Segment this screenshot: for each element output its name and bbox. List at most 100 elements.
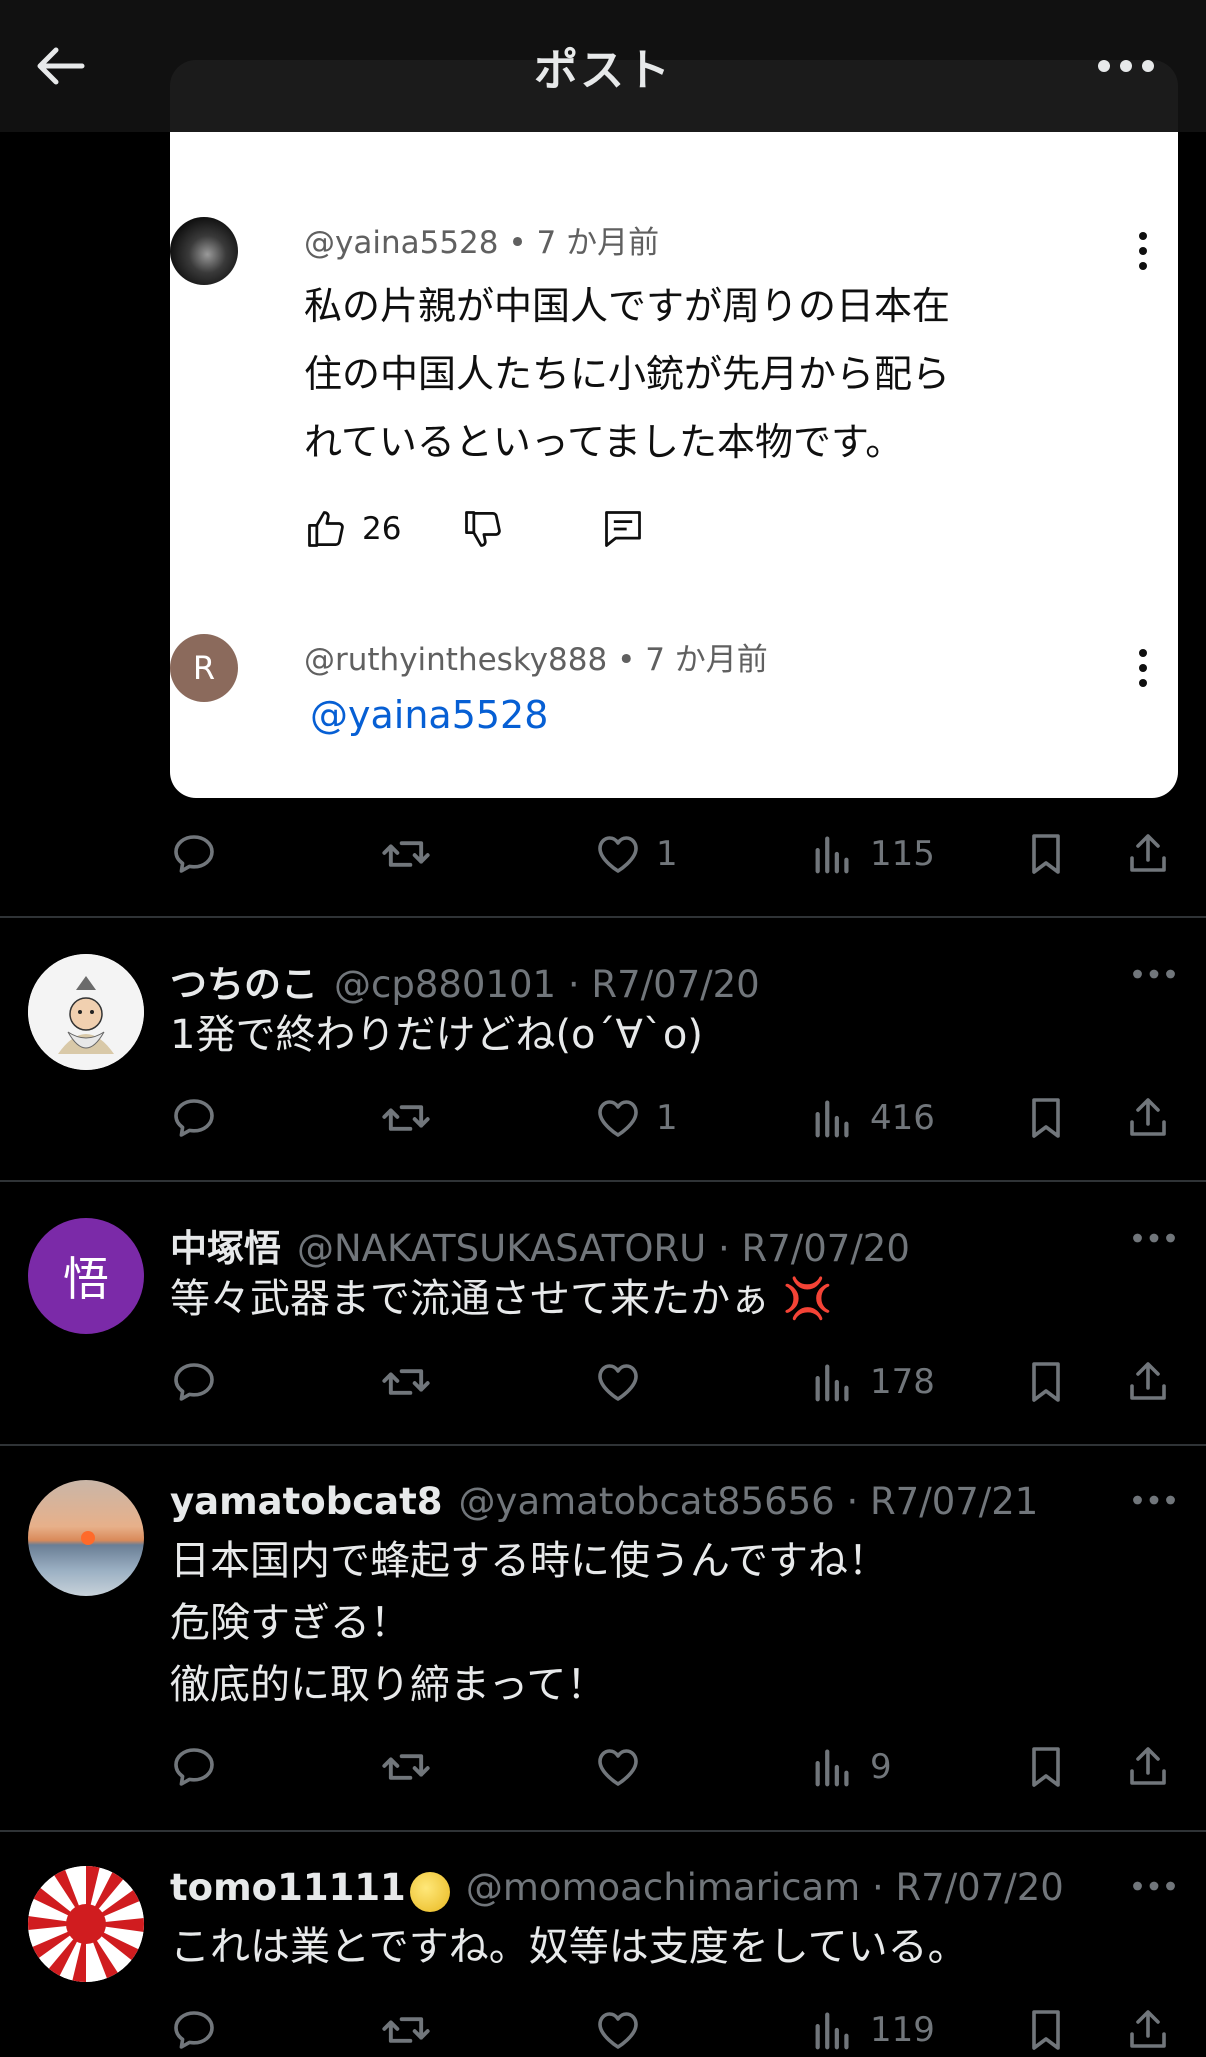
heart-icon	[594, 1358, 642, 1406]
bookmark-button[interactable]	[1022, 2000, 1070, 2057]
divider	[0, 916, 1206, 918]
heart-icon	[594, 2006, 642, 2054]
reply-post[interactable]: yamatobcat8 @yamatobcat85656 · R7/07/21 …	[0, 1480, 1206, 1780]
view-count: 416	[870, 1098, 935, 1138]
reply-icon	[170, 1743, 218, 1791]
more-options-icon[interactable]	[1132, 968, 1176, 980]
post-text: 1発で終わりだけどね(o´∀`o)	[170, 1004, 703, 1066]
like-button[interactable]	[594, 1352, 656, 1412]
share-button[interactable]	[1124, 824, 1172, 884]
kebab-menu-icon[interactable]	[1138, 648, 1148, 688]
share-icon	[1124, 1743, 1172, 1791]
avatar	[170, 217, 238, 285]
moon-icon	[409, 1872, 450, 1912]
avatar[interactable]	[28, 954, 144, 1070]
share-icon	[1124, 2006, 1172, 2054]
bookmark-button[interactable]	[1022, 824, 1070, 884]
view-count: 9	[870, 1747, 892, 1787]
repost-icon	[380, 1356, 432, 1408]
more-options-icon[interactable]	[1096, 54, 1156, 78]
thumbs-up-icon[interactable]	[304, 507, 348, 551]
bookmark-icon	[1022, 1743, 1070, 1791]
bookmark-icon	[1022, 830, 1070, 878]
views-button[interactable]: 119	[810, 2000, 935, 2057]
divider	[0, 1444, 1206, 1446]
repost-button[interactable]	[380, 1088, 432, 1148]
divider	[0, 1180, 1206, 1182]
thumbs-down-icon[interactable]	[461, 507, 505, 551]
reply-comment-icon[interactable]	[601, 507, 645, 551]
share-icon	[1124, 830, 1172, 878]
display-name[interactable]: つちのこ	[170, 954, 318, 1008]
view-count: 119	[870, 2010, 935, 2050]
share-button[interactable]	[1124, 2000, 1172, 2057]
reply-button[interactable]	[170, 824, 218, 884]
handle-and-date: @cp880101 · R7/07/20	[334, 963, 760, 1006]
avatar[interactable]	[28, 1480, 144, 1596]
repost-button[interactable]	[380, 2000, 432, 2057]
more-options-icon[interactable]	[1132, 1494, 1176, 1506]
rising-sun-flag-icon	[28, 1866, 144, 1982]
avatar[interactable]: 悟	[28, 1218, 144, 1334]
like-button[interactable]	[594, 2000, 642, 2057]
back-arrow-icon[interactable]	[30, 36, 90, 96]
avatar[interactable]	[28, 1866, 144, 1982]
like-button[interactable]: 1	[594, 1088, 678, 1148]
views-button[interactable]: 416	[810, 1088, 935, 1148]
view-count: 115	[870, 834, 935, 874]
bookmark-button[interactable]	[1022, 1737, 1070, 1797]
share-button[interactable]	[1124, 1737, 1172, 1797]
more-options-icon[interactable]	[1132, 1232, 1176, 1244]
views-icon	[810, 1095, 856, 1141]
reply-button[interactable]	[170, 1352, 218, 1412]
display-name[interactable]: tomo11111	[170, 1866, 406, 1909]
reply-button[interactable]	[170, 2000, 218, 2057]
bookmark-icon	[1022, 1094, 1070, 1142]
post-line: 徹底的に取り締まって！	[170, 1662, 607, 1708]
heart-icon	[594, 1094, 642, 1142]
repost-button[interactable]	[380, 1737, 432, 1797]
reply-icon	[170, 830, 218, 878]
share-icon	[1124, 1094, 1172, 1142]
page-title: ポスト	[534, 45, 672, 96]
mention-link[interactable]: @yaina5528	[304, 693, 1124, 737]
views-icon	[810, 1744, 856, 1790]
handle-and-date: @momoachimaricam · R7/07/20	[465, 1866, 1064, 1909]
views-button[interactable]: 115	[810, 824, 935, 884]
reply-button[interactable]	[170, 1737, 218, 1797]
like-button[interactable]	[594, 1737, 656, 1797]
repost-button[interactable]	[380, 1352, 432, 1412]
comment-line: 住の中国人たちに小銃が先月から配ら	[304, 352, 951, 396]
bookmark-button[interactable]	[1022, 1088, 1070, 1148]
yt-comment: R @ruthyinthesky888 • 7 か月前 @yaina5528	[170, 634, 1147, 737]
views-button[interactable]: 9	[810, 1737, 892, 1797]
display-name[interactable]: 中塚悟	[170, 1218, 281, 1272]
comment-line: 私の片親が中国人ですが周りの日本在	[304, 284, 951, 328]
more-options-icon[interactable]	[1132, 1880, 1176, 1892]
like-count: 1	[656, 834, 678, 874]
view-count: 178	[870, 1362, 935, 1402]
divider	[0, 1830, 1206, 1832]
repost-button[interactable]	[380, 824, 432, 884]
post-actions: 1 416	[170, 1088, 1160, 1148]
post-actions: 1 115	[170, 824, 1160, 884]
top-bar: ポスト	[0, 0, 1206, 132]
views-button[interactable]: 178	[810, 1352, 935, 1412]
post-line: 危険すぎる！	[170, 1600, 410, 1646]
comment-text: 私の片親が中国人ですが周りの日本在 住の中国人たちに小銃が先月から配ら れている…	[304, 272, 1124, 476]
repost-icon	[380, 1741, 432, 1793]
heart-icon	[594, 1743, 642, 1791]
share-button[interactable]	[1124, 1352, 1172, 1412]
views-icon	[810, 831, 856, 877]
share-button[interactable]	[1124, 1088, 1172, 1148]
sunset-photo-icon	[81, 1531, 95, 1545]
handle-and-date: @yamatobcat85656 · R7/07/21	[458, 1480, 1039, 1523]
like-button[interactable]: 1	[594, 824, 678, 884]
embedded-screenshot[interactable]: @yaina5528 • 7 か月前 私の片親が中国人ですが周りの日本在 住の中…	[170, 60, 1178, 798]
display-name[interactable]: yamatobcat8	[170, 1480, 443, 1523]
reply-button[interactable]	[170, 1088, 218, 1148]
cartoon-avatar-icon	[28, 954, 144, 1070]
kebab-menu-icon[interactable]	[1138, 231, 1148, 271]
post-text: これは業とですね。奴等は支度をしている。	[170, 1916, 968, 1978]
bookmark-button[interactable]	[1022, 1352, 1070, 1412]
